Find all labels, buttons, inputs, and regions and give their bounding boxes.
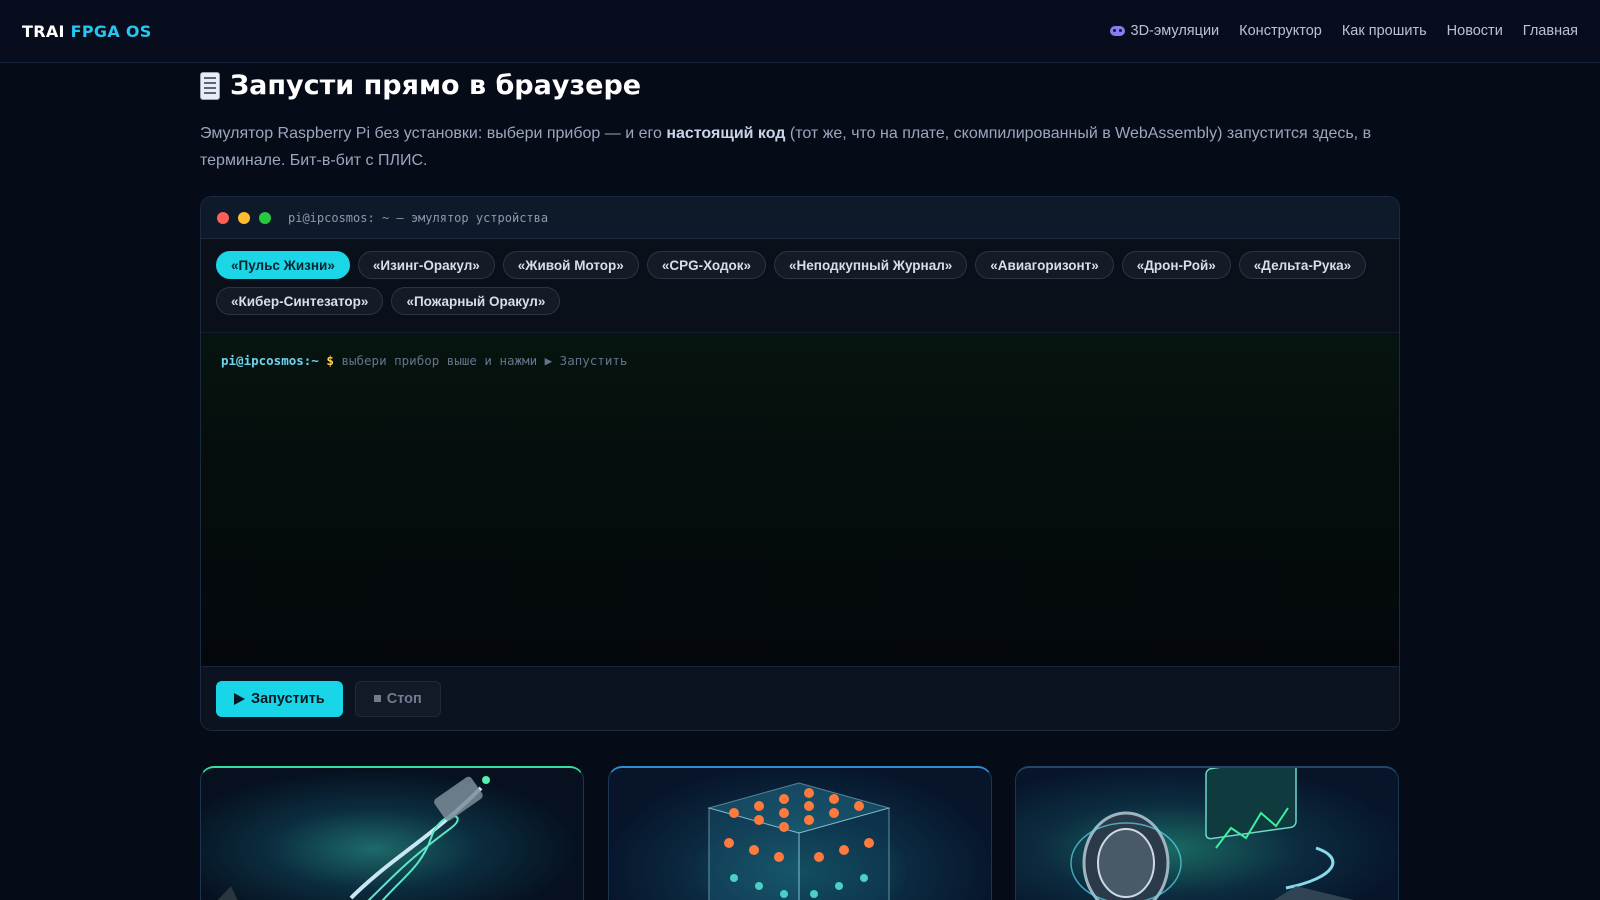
device-chip-aviagorizont[interactable]: «Авиагоризонт» — [975, 251, 1114, 279]
device-chip-zhivoy-motor[interactable]: «Живой Мотор» — [502, 251, 639, 279]
device-chip-ising-orakul[interactable]: «Изинг-Оракул» — [357, 251, 495, 279]
nav-link-home[interactable]: Главная — [1523, 23, 1578, 39]
gamepad-icon — [1109, 26, 1125, 36]
window-close-dot — [217, 211, 229, 224]
stop-label: Стоп — [386, 690, 422, 707]
logo-text-primary: TRAI — [22, 21, 65, 41]
prompt-user: pi@ipcosmos:~ — [221, 353, 319, 368]
device-card-illustration-2[interactable] — [608, 766, 992, 900]
motor-dashboard-illustration — [1070, 768, 1354, 900]
device-chip-cpg-khodok[interactable]: «CPG-Ходок» — [646, 251, 767, 279]
device-chip-puls-zhizni[interactable]: «Пульс Жизни» — [216, 251, 350, 279]
probe-illustration — [217, 776, 490, 900]
terminal-output[interactable]: pi@ipcosmos:~ $ выбери прибор выше и наж… — [201, 333, 1399, 666]
logo[interactable]: TRAI FPGA OS — [22, 22, 152, 41]
description-text: Эмулятор Raspberry Pi без установки: выб… — [200, 125, 667, 142]
device-chip-kiber-sintezator[interactable]: «Кибер-Синтезатор» — [216, 287, 384, 315]
window-minimize-dot — [238, 211, 250, 224]
top-navbar: TRAI FPGA OS 3D-эмуляции Конструктор Как… — [0, 0, 1600, 63]
prompt-sign: $ — [326, 353, 334, 368]
logo-text-accent: FPGA OS — [70, 21, 152, 41]
device-selector: «Пульс Жизни» «Изинг-Оракул» «Живой Мото… — [201, 239, 1399, 333]
nav-link-news[interactable]: Новости — [1447, 23, 1503, 39]
window-maximize-dot — [259, 211, 271, 224]
prompt-hint: выбери прибор выше и нажми ▶ Запустить — [341, 353, 628, 368]
section-heading: Запусти прямо в браузере — [200, 70, 641, 101]
section-description: Эмулятор Raspberry Pi без установки: выб… — [200, 120, 1400, 174]
main-nav: 3D-эмуляции Конструктор Как прошить Ново… — [1109, 23, 1578, 39]
emulator-terminal: pi@ipcosmos: ~ — эмулятор устройства «Пу… — [200, 196, 1400, 731]
nav-link-3d-emulations[interactable]: 3D-эмуляции — [1109, 23, 1220, 39]
device-chip-pozharny-orakul[interactable]: «Пожарный Оракул» — [391, 287, 561, 315]
stop-icon — [373, 695, 381, 702]
device-card-illustration-1[interactable] — [200, 766, 584, 900]
play-icon — [234, 692, 245, 705]
nav-link-constructor[interactable]: Конструктор — [1239, 23, 1322, 39]
document-icon — [200, 71, 220, 100]
run-button[interactable]: Запустить — [216, 680, 343, 717]
nav-link-how-to-flash[interactable]: Как прошить — [1342, 23, 1427, 39]
terminal-controls: Запустить Стоп — [201, 666, 1399, 730]
run-label: Запустить — [251, 690, 325, 707]
device-chip-nepodkupny-zhurnal[interactable]: «Неподкупный Журнал» — [774, 251, 968, 279]
nav-link-label: 3D-эмуляции — [1130, 23, 1220, 39]
terminal-title: pi@ipcosmos: ~ — эмулятор устройства — [288, 210, 549, 225]
device-card-illustration-3[interactable] — [1015, 766, 1399, 900]
description-bold: настоящий код — [666, 125, 786, 142]
section-title: Запусти прямо в браузере — [230, 70, 642, 101]
stop-button[interactable]: Стоп — [354, 680, 441, 717]
device-chip-dron-roy[interactable]: «Дрон-Рой» — [1121, 251, 1231, 279]
lattice-cube-illustration — [707, 782, 891, 900]
terminal-titlebar: pi@ipcosmos: ~ — эмулятор устройства — [201, 197, 1399, 239]
device-chip-delta-ruka[interactable]: «Дельта-Рука» — [1238, 251, 1367, 279]
